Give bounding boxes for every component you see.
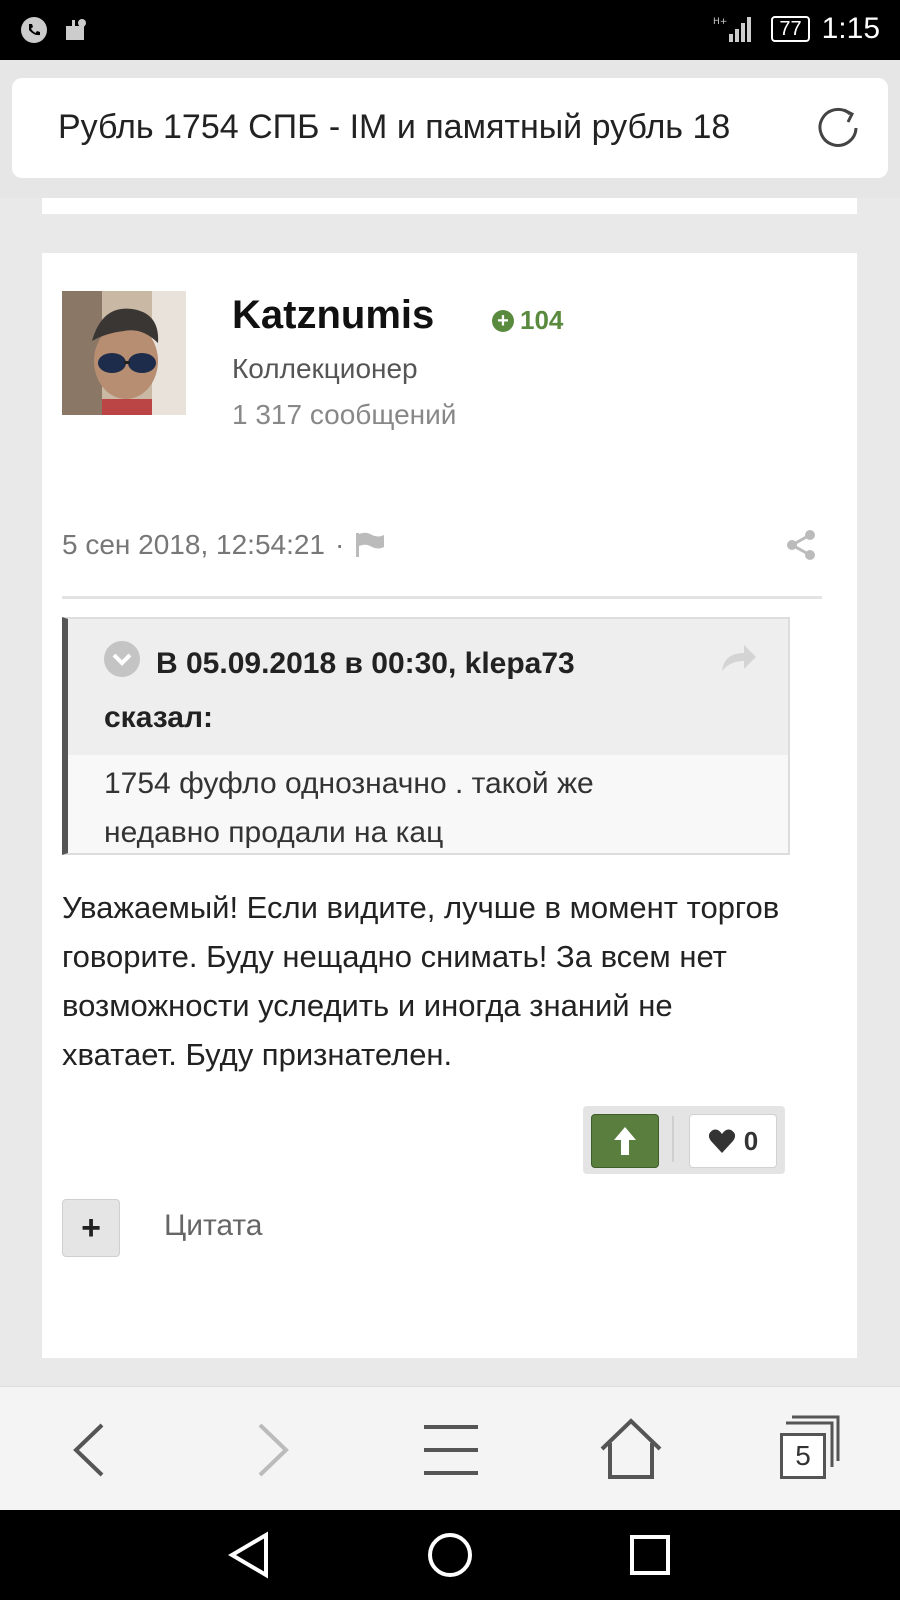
nav-back-icon[interactable] <box>222 1527 278 1583</box>
jump-to-quote-icon[interactable] <box>718 641 758 675</box>
system-nav-bar <box>0 1510 900 1600</box>
quote-block: В 05.09.2018 в 00:30, klepa73 сказал: 17… <box>62 617 790 855</box>
like-button[interactable]: 0 <box>689 1114 777 1168</box>
reputation-badge: + 104 <box>492 305 563 336</box>
post-timestamp[interactable]: 5 сен 2018, 12:54:21 <box>62 529 325 561</box>
reactions-bar: 0 <box>583 1106 785 1174</box>
like-count: 0 <box>743 1125 759 1156</box>
phone-call-icon <box>21 17 47 43</box>
back-icon[interactable] <box>58 1417 124 1483</box>
reputation-value: 104 <box>520 305 564 335</box>
page-content[interactable]: Katznumis + 104 Коллекционер 1 317 сообщ… <box>0 198 900 1386</box>
multiquote-add-button[interactable]: + <box>62 1199 120 1257</box>
battery-indicator: 77 <box>771 16 810 42</box>
previous-post-edge <box>42 198 857 214</box>
menu-icon[interactable] <box>418 1417 484 1483</box>
nav-recents-icon[interactable] <box>622 1527 678 1583</box>
author-post-count: 1 317 сообщений <box>232 399 457 430</box>
share-icon[interactable] <box>785 529 817 561</box>
reload-icon[interactable] <box>810 100 866 156</box>
notification-icon <box>66 19 86 40</box>
arrow-up-icon <box>614 1127 636 1155</box>
home-icon[interactable] <box>598 1417 664 1483</box>
forum-post: Katznumis + 104 Коллекционер 1 317 сообщ… <box>42 253 857 1358</box>
meta-separator: · <box>335 529 345 560</box>
post-meta: 5 сен 2018, 12:54:21 · <box>62 529 386 561</box>
quote-button[interactable]: Цитата <box>164 1209 262 1243</box>
quote-text: 1754 фуфло однозначно . такой же недавно… <box>104 767 594 849</box>
author-name[interactable]: Katznumis <box>232 293 434 338</box>
status-clock: 1:15 <box>821 12 880 45</box>
signal-icon: H+ <box>713 17 752 42</box>
svg-text:H+: H+ <box>713 17 727 27</box>
reactions-separator <box>672 1116 674 1162</box>
nav-home-icon[interactable] <box>422 1527 478 1583</box>
forward-icon[interactable] <box>238 1417 304 1483</box>
post-body: Уважаемый! Если видите, лучше в момент т… <box>62 890 780 1072</box>
tabs-count[interactable]: 5 <box>780 1433 826 1479</box>
address-bar[interactable]: Рубль 1754 СПБ - IМ и памятный рубль 18 <box>12 78 888 178</box>
author-rank: Коллекционер <box>232 353 418 384</box>
avatar[interactable] <box>62 291 186 415</box>
status-bar: H+ 77 1:15 <box>0 0 900 60</box>
divider <box>62 596 822 599</box>
upvote-button[interactable] <box>591 1114 659 1168</box>
plus-circle-icon: + <box>492 309 514 332</box>
browser-bottom-bar: 5 <box>0 1386 900 1511</box>
page-title[interactable]: Рубль 1754 СПБ - IМ и памятный рубль 18 <box>58 108 788 147</box>
browser-toolbar: Рубль 1754 СПБ - IМ и памятный рубль 18 <box>0 60 900 198</box>
quote-citation: В 05.09.2018 в 00:30, klepa73 сказал: <box>104 647 575 734</box>
flag-icon[interactable] <box>354 531 386 559</box>
heart-icon <box>708 1129 735 1153</box>
